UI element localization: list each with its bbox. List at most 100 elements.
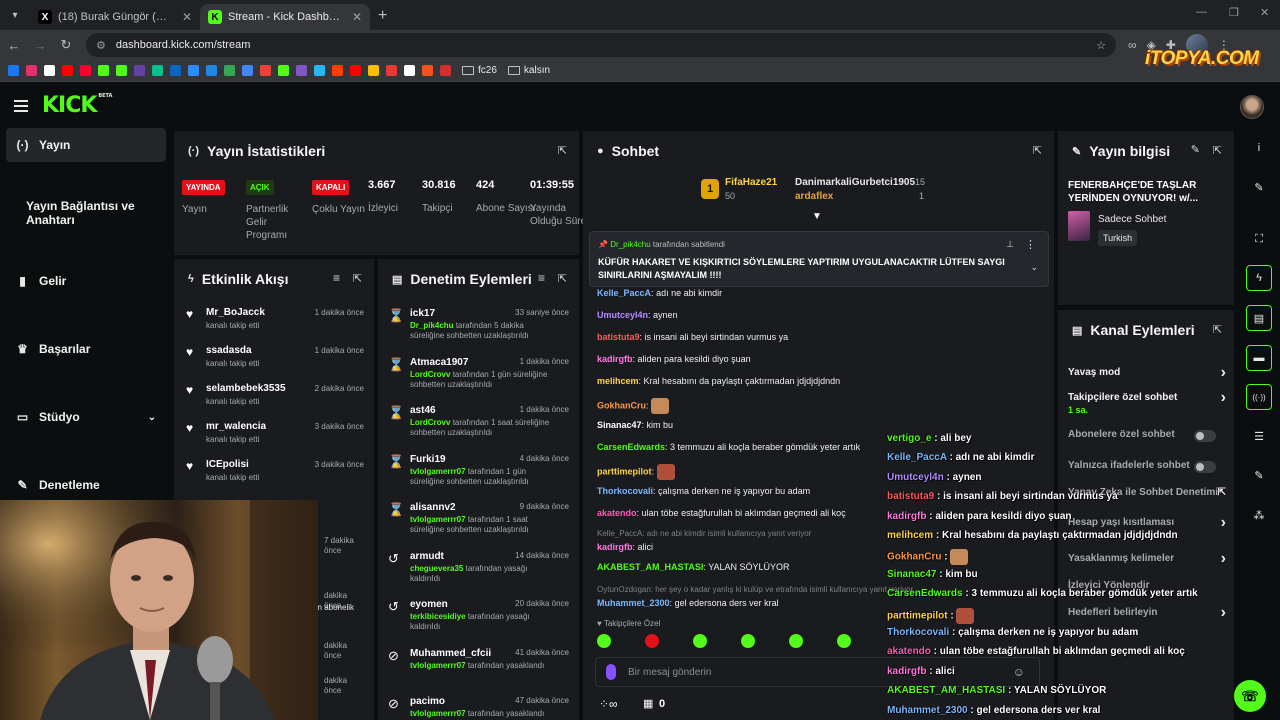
activity-row[interactable]: ♥ Mr_BoJacck kanalı takip etti 1 dakika önc…: [174, 301, 374, 339]
activity-row[interactable]: ♥ mr_walencia kanalı takip etti 3 dakika ön…: [174, 415, 374, 453]
emote-button-icon[interactable]: [645, 634, 659, 648]
popout-icon[interactable]: ⇱: [1213, 323, 1222, 336]
toggle-switch[interactable]: [1194, 430, 1216, 442]
support-chat-button[interactable]: ☏: [1234, 680, 1266, 712]
tag-badge[interactable]: Turkish: [1098, 230, 1138, 246]
emote-button-icon[interactable]: [789, 634, 803, 648]
moderation-row[interactable]: ↺ armudt cheguevera35 tarafından yasağı ka…: [378, 546, 579, 595]
channel-action-row[interactable]: Yalnızca ifadelerle sohbet: [1068, 460, 1226, 473]
chat-message[interactable]: AKABEST_AM_HASTASI: YALAN SÖYLÜYOR: [597, 562, 790, 572]
document-icon[interactable]: ▤: [1246, 305, 1272, 331]
site-info-icon[interactable]: ⚙: [96, 39, 106, 52]
emote-button-icon[interactable]: [693, 634, 707, 648]
info-icon[interactable]: i: [1246, 135, 1272, 161]
moderation-row[interactable]: ⌛ Atmaca1907 LordCrovv tarafından 1 gün sü…: [378, 352, 579, 401]
bookmark-icon[interactable]: [440, 65, 451, 76]
chat-message[interactable]: CarsenEdwards: 3 temmuzu ali koçla berab…: [597, 442, 860, 452]
chat-message[interactable]: akatendo: ulan töbe estağfurullah bi akl…: [597, 508, 846, 518]
chat-message[interactable]: melihcem: Kral hesabını da paylaştı çakt…: [597, 376, 840, 386]
chat-username[interactable]: Sinanac47: [597, 420, 642, 430]
moderation-row[interactable]: ⌛ Furki19 tvlolgamerrr07 tarafından 1 gün …: [378, 449, 579, 498]
chat-message[interactable]: kadirgfb: alici: [597, 542, 653, 552]
more-icon[interactable]: ⋮: [1025, 238, 1036, 251]
chat-username[interactable]: melihcem: [597, 376, 639, 386]
moderation-row[interactable]: ⌛ ast46 LordCrovv tarafından 1 saat süreli…: [378, 400, 579, 449]
bookmark-icon[interactable]: [26, 65, 37, 76]
new-tab-button[interactable]: +: [378, 7, 387, 25]
chat-message[interactable]: Sinanac47: kim bu: [597, 420, 673, 430]
emote-button-icon[interactable]: [597, 634, 611, 648]
chat-username[interactable]: akatendo: [597, 508, 637, 518]
extension-icon[interactable]: ∞: [1128, 38, 1137, 52]
tab-search-button[interactable]: ▾: [4, 4, 26, 26]
emote-button-icon[interactable]: [837, 634, 851, 648]
bookmark-icon[interactable]: [332, 65, 343, 76]
moderation-row[interactable]: ⌛ alisannv2 tvlolgamerrr07 tarafından 1 sa…: [378, 497, 579, 546]
chat-username[interactable]: Thorkocovali: [597, 486, 653, 496]
chevron-right-icon[interactable]: ›: [1221, 364, 1226, 382]
window-close-icon[interactable]: ✕: [1260, 6, 1269, 19]
pinned-message[interactable]: 📌 Dr_pik4chu tarafından sabitlendi ⊥ ⋮ K…: [589, 231, 1049, 287]
chevron-right-icon[interactable]: ›: [1221, 389, 1226, 407]
channel-action-row[interactable]: Yavaş mod ›: [1068, 364, 1226, 381]
activity-row[interactable]: ♥ selambebek3535 kanalı takip etti 2 dakika…: [174, 377, 374, 415]
kick-logo[interactable]: KICK BETA: [42, 93, 112, 118]
bookmark-icon[interactable]: [350, 65, 361, 76]
minimize-icon[interactable]: —: [1196, 6, 1207, 18]
chat-username[interactable]: Muhammet_2300: [597, 598, 670, 608]
chat-username[interactable]: kadirgfb: [597, 354, 633, 364]
bookmark-icon[interactable]: [404, 65, 415, 76]
bookmark-icon[interactable]: [386, 65, 397, 76]
chevron-right-icon[interactable]: ›: [1221, 550, 1226, 568]
bookmark-icon[interactable]: [242, 65, 253, 76]
address-bar[interactable]: ⚙ dashboard.kick.com/stream ☆: [86, 33, 1116, 57]
bookmark-icon[interactable]: [62, 65, 73, 76]
mic-icon[interactable]: [606, 664, 616, 680]
activity-row[interactable]: ♥ ICEpolisi kanalı takip etti 3 dakika önce: [174, 453, 374, 491]
bookmark-icon[interactable]: [152, 65, 163, 76]
maximize-icon[interactable]: ❐: [1229, 6, 1239, 19]
popout-icon[interactable]: ⇱: [1033, 144, 1042, 157]
forward-icon[interactable]: →: [28, 38, 52, 53]
bookmark-folder[interactable]: kalsın: [507, 65, 550, 76]
bookmark-icon[interactable]: [206, 65, 217, 76]
popout-icon[interactable]: ⇱: [558, 272, 567, 285]
wrench-icon[interactable]: ✎: [1246, 462, 1272, 488]
broadcast-icon[interactable]: ((·)): [1246, 384, 1272, 410]
chat-username[interactable]: AKABEST_AM_HASTASI: [597, 562, 703, 572]
bookmark-icon[interactable]: [314, 65, 325, 76]
bookmark-icon[interactable]: [422, 65, 433, 76]
sidebar-item[interactable]: ✎ Denetleme: [0, 468, 172, 502]
bookmark-icon[interactable]: [134, 65, 145, 76]
expand-icon[interactable]: ⛶: [1246, 226, 1272, 252]
moderation-row[interactable]: ⌛ ick17 Dr_pik4chu tarafından 5 dakika sür…: [378, 303, 579, 352]
channel-action-row[interactable]: Takipçilere özel sohbet 1 sa. ›: [1068, 389, 1226, 415]
pencil-icon[interactable]: ✎: [1246, 174, 1272, 200]
bookmark-icon[interactable]: [98, 65, 109, 76]
bookmark-icon[interactable]: [296, 65, 307, 76]
chevron-right-icon[interactable]: ›: [1221, 514, 1226, 532]
chat-icon[interactable]: ▬: [1246, 345, 1272, 371]
chat-message[interactable]: Umutceyl4n: aynen: [597, 310, 678, 320]
channel-action-row[interactable]: Abonelere özel sohbet: [1068, 429, 1226, 442]
close-tab-icon[interactable]: ✕: [352, 10, 362, 24]
chat-username[interactable]: Kelle_PaccA: [597, 288, 651, 298]
chat-username[interactable]: parttimepilot: [597, 466, 652, 476]
bookmark-icon[interactable]: [44, 65, 55, 76]
gift-icon[interactable]: ▦: [643, 697, 653, 710]
moderation-row[interactable]: ⊘ pacimo tvlolgamerrr07 tarafından yasakla…: [378, 691, 579, 720]
sidebar-item[interactable]: ▭ Stüdyo ⌄: [0, 400, 172, 434]
chat-username[interactable]: GokhanCru: [597, 400, 646, 410]
bookmark-icon[interactable]: [224, 65, 235, 76]
sidebar-item[interactable]: ▮ Gelir: [0, 264, 172, 298]
emoji-icon[interactable]: ☺: [1013, 665, 1025, 679]
activity-row[interactable]: ♥ ssadasda kanalı takip etti 1 dakika önce: [174, 339, 374, 377]
filter-icon[interactable]: ≡: [333, 271, 340, 285]
filter-icon[interactable]: ≡: [538, 271, 545, 285]
channel-action-row[interactable]: Yasaklanmış kelimeler ›: [1068, 550, 1226, 567]
chat-username[interactable]: kadirgfb: [597, 542, 633, 552]
emote-button-icon[interactable]: [741, 634, 755, 648]
bookmark-icon[interactable]: [170, 65, 181, 76]
chat-message[interactable]: GokhanCru:: [597, 398, 670, 414]
sidebar-item[interactable]: ♛ Başarılar: [0, 332, 172, 366]
